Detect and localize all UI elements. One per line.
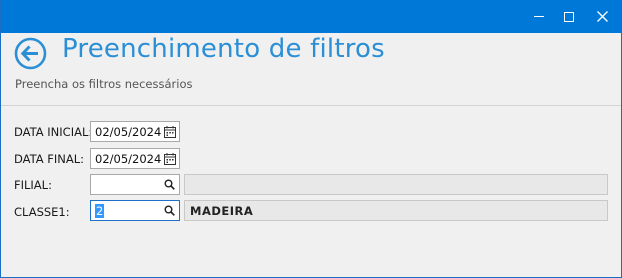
search-icon[interactable] <box>164 205 175 216</box>
data-final-field[interactable]: 02/05/2024 <box>90 148 180 169</box>
data-inicial-field[interactable]: 02/05/2024 <box>90 121 180 142</box>
close-icon <box>596 11 608 22</box>
classe1-description-value: MADEIRA <box>190 204 254 218</box>
filter-window: Preenchimento de filtros Preencha os fil… <box>0 0 622 278</box>
classe1-label: CLASSE1: <box>14 205 70 219</box>
back-button[interactable] <box>14 37 47 70</box>
page-subtitle: Preencha os filtros necessários <box>15 77 193 91</box>
header-divider <box>1 105 621 106</box>
maximize-icon <box>564 11 574 22</box>
minimize-button[interactable] <box>523 0 555 33</box>
calendar-icon[interactable] <box>164 153 176 165</box>
classe1-input[interactable]: 2 <box>90 200 180 221</box>
data-final-label: DATA FINAL: <box>14 152 85 166</box>
data-inicial-label: DATA INICIAL: <box>14 125 93 139</box>
minimize-icon <box>534 16 544 17</box>
classe1-value: 2 <box>95 204 105 218</box>
filial-label: FILIAL: <box>14 178 52 192</box>
data-final-value: 02/05/2024 <box>95 152 162 166</box>
title-bar <box>1 0 622 33</box>
arrow-left-circle-icon <box>14 37 47 70</box>
data-inicial-value: 02/05/2024 <box>95 125 162 139</box>
maximize-button[interactable] <box>553 0 585 33</box>
search-icon[interactable] <box>164 179 175 190</box>
classe1-selected-text: 2 <box>95 204 105 218</box>
classe1-description: MADEIRA <box>184 200 608 221</box>
filial-description <box>184 174 608 195</box>
page-title: Preenchimento de filtros <box>62 34 385 64</box>
calendar-icon[interactable] <box>164 126 176 138</box>
close-button[interactable] <box>586 0 618 33</box>
filial-input[interactable] <box>90 174 180 195</box>
